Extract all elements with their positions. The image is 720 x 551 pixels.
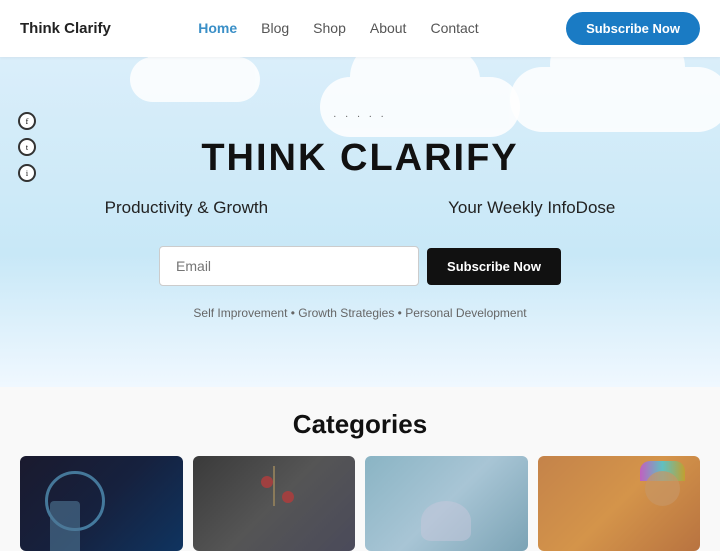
categories-title: Categories [20,409,700,440]
card-decoration-berry-1 [261,476,273,488]
card-decoration-stem [273,466,275,506]
categories-section: Categories [0,387,720,551]
card-decoration-figure [50,501,80,551]
hero-section: f t i · · · · · THINK CLARIFY Productivi… [0,57,720,387]
hero-subscribe-button[interactable]: Subscribe Now [427,248,561,285]
nav-item-home[interactable]: Home [198,20,237,38]
hero-tags: Self Improvement • Growth Strategies • P… [20,306,700,320]
category-card-1[interactable] [20,456,183,551]
hero-subtitles: Productivity & Growth Your Weekly InfoDo… [20,198,700,218]
hero-content: THINK CLARIFY Productivity & Growth Your… [20,77,700,320]
category-card-2[interactable] [193,456,356,551]
nav-item-contact[interactable]: Contact [430,20,478,38]
nav-item-blog[interactable]: Blog [261,20,289,38]
nav-item-shop[interactable]: Shop [313,20,346,38]
hero-subtitle-right: Your Weekly InfoDose [448,198,615,218]
hero-subtitle-left: Productivity & Growth [105,198,268,218]
nav-item-about[interactable]: About [370,20,407,38]
categories-grid [20,456,700,551]
category-card-4[interactable] [538,456,701,551]
hero-title: THINK CLARIFY [20,137,700,180]
brand-logo[interactable]: Think Clarify [20,20,111,37]
email-input[interactable] [159,246,419,286]
card-decoration-berry-2 [282,491,294,503]
email-form: Subscribe Now [20,246,700,286]
navbar: Think Clarify Home Blog Shop About Conta… [0,0,720,57]
category-card-3[interactable] [365,456,528,551]
nav-links: Home Blog Shop About Contact [198,20,478,38]
nav-subscribe-button[interactable]: Subscribe Now [566,12,700,45]
card-decoration-dessert [421,501,471,541]
card-decoration-head [645,471,680,506]
